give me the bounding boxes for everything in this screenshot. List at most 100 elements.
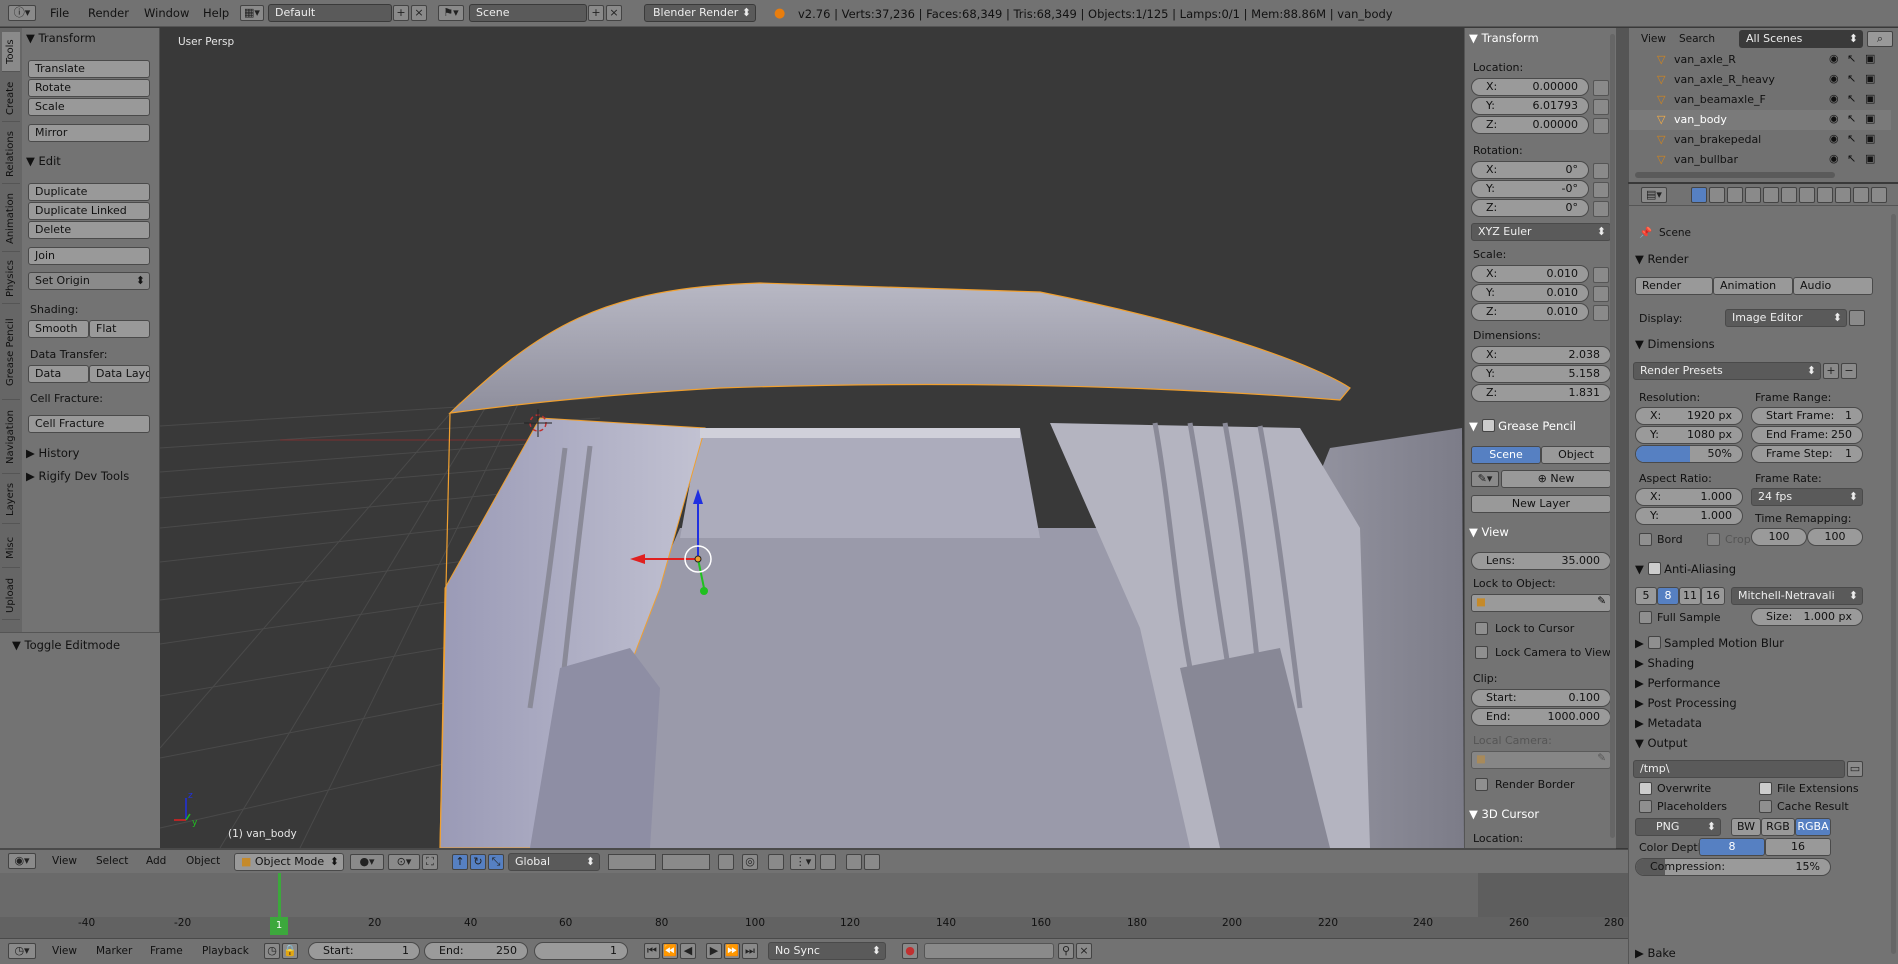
- scene-selector[interactable]: Scene: [469, 4, 587, 22]
- lock-icon[interactable]: [1593, 80, 1609, 96]
- orientation-select[interactable]: Global ⬍: [508, 853, 600, 871]
- render-presets-select[interactable]: Render Presets ⬍: [1633, 362, 1821, 380]
- flat-button[interactable]: Flat: [89, 320, 150, 338]
- proportional-edit-icon[interactable]: ◎: [742, 854, 758, 870]
- menu-view[interactable]: View: [52, 855, 77, 867]
- add-layout-icon[interactable]: +: [393, 5, 409, 21]
- physics-tab-icon[interactable]: [1871, 187, 1887, 203]
- outliner-row[interactable]: ▽ van_beamaxle_F ◉ ↖ ▣: [1629, 90, 1891, 110]
- eye-icon[interactable]: ◉: [1829, 92, 1839, 105]
- eye-icon[interactable]: ◉: [1829, 152, 1839, 165]
- scale-z-field[interactable]: Z: 0.010: [1471, 303, 1589, 321]
- eye-icon[interactable]: ◉: [1829, 112, 1839, 125]
- lock-icon[interactable]: [1593, 305, 1609, 321]
- duplicate-button[interactable]: Duplicate: [28, 183, 150, 201]
- cursor-select-icon[interactable]: ↖: [1847, 72, 1856, 85]
- bake-section-header[interactable]: ▶ Bake: [1635, 946, 1883, 960]
- tab-upload[interactable]: Upload: [2, 572, 20, 620]
- tab-grease-pencil[interactable]: Grease Pencil: [2, 306, 20, 400]
- timeline-menu-marker[interactable]: Marker: [96, 945, 132, 957]
- camera-icon[interactable]: ▣: [1865, 112, 1875, 125]
- performance-section-header[interactable]: ▶ Performance: [1635, 676, 1883, 690]
- gp-scene-button[interactable]: Scene: [1471, 446, 1541, 464]
- data-layout-button[interactable]: Data Layo: [89, 365, 150, 383]
- join-button[interactable]: Join: [28, 247, 150, 265]
- aa-samples-8[interactable]: 8: [1657, 587, 1679, 605]
- eye-icon[interactable]: ◉: [1829, 72, 1839, 85]
- eye-icon[interactable]: ◉: [1829, 52, 1839, 65]
- render-button[interactable]: Render: [1635, 277, 1713, 295]
- tab-layers[interactable]: Layers: [2, 476, 20, 524]
- frame-step-field[interactable]: Frame Step: 1: [1751, 445, 1863, 463]
- camera-icon[interactable]: ▣: [1865, 52, 1875, 65]
- properties-scrollbar[interactable]: [1891, 214, 1896, 954]
- object-tab-icon[interactable]: [1763, 187, 1779, 203]
- editor-type-icon[interactable]: ◉▾: [8, 853, 36, 869]
- lens-field[interactable]: Lens: 35.000: [1471, 552, 1611, 570]
- lock-icon[interactable]: [1593, 163, 1609, 179]
- material-tab-icon[interactable]: [1835, 187, 1851, 203]
- modifiers-tab-icon[interactable]: [1799, 187, 1815, 203]
- output-section-header[interactable]: ▼ Output: [1635, 736, 1883, 750]
- local-camera-field[interactable]: ■ ✎: [1471, 751, 1611, 769]
- tab-navigation[interactable]: Navigation: [2, 402, 20, 474]
- outliner-row[interactable]: ▽ van_brakepedal ◉ ↖ ▣: [1629, 130, 1891, 150]
- rotate-manipulator-icon[interactable]: ↻: [470, 854, 486, 870]
- cursor-select-icon[interactable]: ↖: [1847, 52, 1856, 65]
- aa-samples-5[interactable]: 5: [1635, 587, 1657, 605]
- layers-tab-icon[interactable]: [1709, 187, 1725, 203]
- outliner-view-menu[interactable]: View: [1641, 33, 1666, 45]
- anti-aliasing-header[interactable]: ▼ Anti-Aliasing: [1635, 562, 1883, 576]
- cell-fracture-button[interactable]: Cell Fracture: [28, 415, 150, 433]
- frame-rate-select[interactable]: 24 fps ⬍: [1751, 488, 1863, 506]
- menu-add[interactable]: Add: [146, 855, 166, 867]
- remove-preset-icon[interactable]: −: [1841, 363, 1857, 379]
- clip-end-field[interactable]: End: 1000.000: [1471, 708, 1611, 726]
- delete-keyframe-icon[interactable]: ×: [1076, 943, 1092, 959]
- timeline-menu-playback[interactable]: Playback: [202, 945, 249, 957]
- rigify-panel-header[interactable]: ▶ Rigify Dev Tools: [26, 469, 129, 483]
- render-border-checkbox[interactable]: [1475, 778, 1488, 791]
- resolution-x-field[interactable]: X: 1920 px: [1635, 407, 1743, 425]
- compression-slider[interactable]: Compression: 15%: [1635, 858, 1831, 876]
- outliner-search-menu[interactable]: Search: [1679, 33, 1715, 45]
- lock-icon[interactable]: [1593, 99, 1609, 115]
- menu-object[interactable]: Object: [186, 855, 220, 867]
- transform-panel-header[interactable]: ▼ Transform: [26, 31, 96, 45]
- start-frame-field[interactable]: Start Frame: 1: [1751, 407, 1863, 425]
- toggle-editmode-header[interactable]: ▼ Toggle Editmode: [12, 638, 120, 652]
- camera-icon[interactable]: ▣: [1865, 92, 1875, 105]
- add-preset-icon[interactable]: +: [1823, 363, 1839, 379]
- n-transform-header[interactable]: ▼ Transform: [1469, 31, 1539, 45]
- properties-editor-type-icon[interactable]: ▤▾: [1641, 187, 1667, 203]
- animation-button[interactable]: Animation: [1713, 277, 1793, 295]
- aa-samples-16[interactable]: 16: [1701, 587, 1725, 605]
- outliner-row[interactable]: ▽ van_bullbar ◉ ↖ ▣: [1629, 150, 1891, 170]
- scene-tab-icon[interactable]: [1727, 187, 1743, 203]
- menu-window[interactable]: Window: [144, 6, 189, 20]
- file-extensions-checkbox[interactable]: [1759, 782, 1772, 795]
- camera-icon[interactable]: ▣: [1865, 72, 1875, 85]
- remap-old-field[interactable]: 100: [1751, 528, 1807, 546]
- menu-render[interactable]: Render: [88, 6, 129, 20]
- shading-section-header[interactable]: ▶ Shading: [1635, 656, 1883, 670]
- next-keyframe-icon[interactable]: ⏩: [724, 943, 740, 959]
- rotation-y-field[interactable]: Y: -0°: [1471, 180, 1589, 198]
- texture-tab-icon[interactable]: [1853, 187, 1869, 203]
- tab-misc[interactable]: Misc: [2, 528, 20, 568]
- remove-layout-icon[interactable]: ×: [411, 5, 427, 21]
- view-panel-header[interactable]: ▼ View: [1469, 525, 1509, 539]
- search-icon[interactable]: ⌕: [1867, 31, 1893, 47]
- scene-icon[interactable]: ⚑▾: [438, 5, 464, 21]
- play-reverse-icon[interactable]: ◀: [680, 943, 696, 959]
- anim-render-icon[interactable]: [864, 854, 880, 870]
- tab-relations[interactable]: Relations: [2, 126, 20, 184]
- 3d-cursor-header[interactable]: ▼ 3D Cursor: [1469, 807, 1539, 821]
- placeholders-checkbox[interactable]: [1639, 800, 1652, 813]
- grease-pencil-toggle[interactable]: [1481, 419, 1495, 432]
- menu-file[interactable]: File: [50, 6, 69, 20]
- filter-size-field[interactable]: Size: 1.000 px: [1751, 608, 1863, 626]
- keying-set-field[interactable]: [924, 943, 1054, 959]
- world-tab-icon[interactable]: [1745, 187, 1761, 203]
- viewport-shading-icon[interactable]: ●▾: [350, 854, 384, 870]
